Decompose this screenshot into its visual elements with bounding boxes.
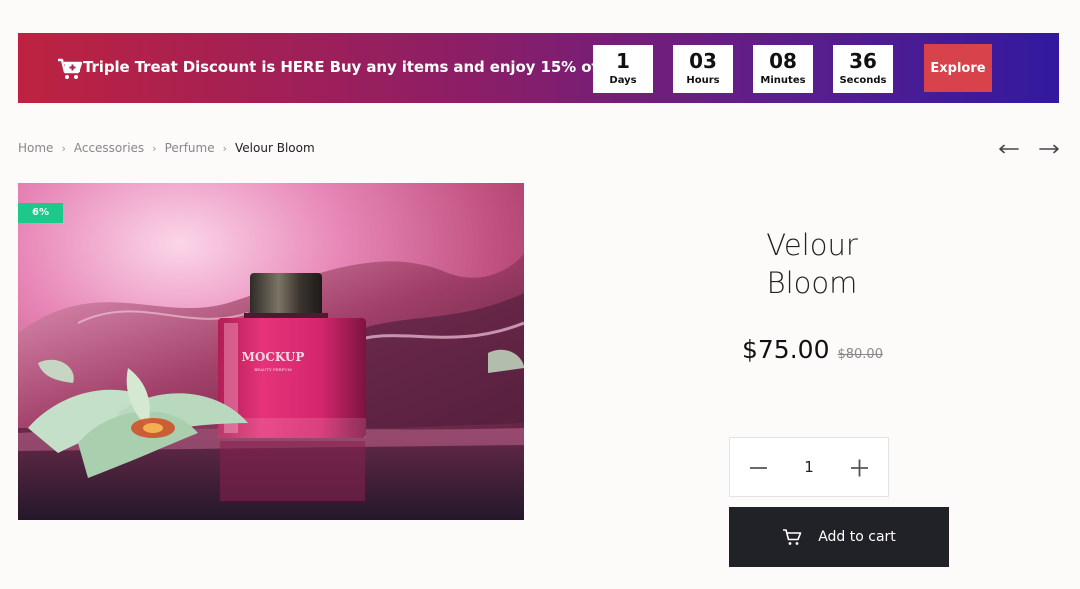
countdown-value: 08 [769,49,797,73]
quantity-stepper [729,437,889,497]
original-price: $80.00 [837,347,883,362]
price-row: $75.00 $80.00 [742,335,883,364]
promo-message: Triple Treat Discount is HERE Buy any it… [83,58,612,76]
countdown-unit: Seconds [839,75,887,86]
countdown-hours: 03 Hours [673,45,733,93]
chevron-right-icon: › [61,141,66,155]
countdown-days: 1 Days [593,45,653,93]
cart-icon [783,529,802,545]
bottle-label-text: MOCKUP [242,350,305,364]
product-title: Velour Bloom [712,226,912,302]
breadcrumb-accessories[interactable]: Accessories [74,141,144,155]
cart-plus-icon [58,58,83,79]
countdown-seconds: 36 Seconds [833,45,893,93]
current-price: $75.00 [742,335,830,364]
countdown-value: 03 [689,49,717,73]
countdown-unit: Hours [686,75,720,86]
discount-badge: 6% [18,203,63,223]
plus-icon [851,459,868,477]
arrow-left-icon[interactable] [998,142,1020,156]
arrow-right-icon[interactable] [1038,142,1060,156]
increase-quantity-button[interactable] [832,438,888,496]
product-title-line-1: Velour [766,228,858,262]
promo-banner: Triple Treat Discount is HERE Buy any it… [18,33,1059,103]
perfume-photo: MOCKUP BEAUTY PERFUM [18,183,524,520]
breadcrumb-perfume[interactable]: Perfume [165,141,215,155]
countdown-value: 1 [616,49,630,73]
countdown-unit: Days [609,75,637,86]
breadcrumb-home[interactable]: Home [18,141,53,155]
countdown-value: 36 [849,49,877,73]
countdown-minutes: 08 Minutes [753,45,813,93]
add-to-cart-button[interactable]: Add to cart [729,507,949,567]
breadcrumb: Home › Accessories › Perfume › Velour Bl… [18,140,315,156]
breadcrumb-current: Velour Bloom [235,141,315,155]
countdown-unit: Minutes [760,75,806,86]
bottle-sublabel-text: BEAUTY PERFUM [254,367,292,372]
chevron-right-icon: › [152,141,157,155]
explore-button[interactable]: Explore [924,44,992,92]
product-title-line-2: Bloom [766,266,858,300]
chevron-right-icon: › [222,141,228,155]
product-image[interactable]: MOCKUP BEAUTY PERFUM [18,183,524,520]
add-to-cart-label: Add to cart [818,529,896,545]
